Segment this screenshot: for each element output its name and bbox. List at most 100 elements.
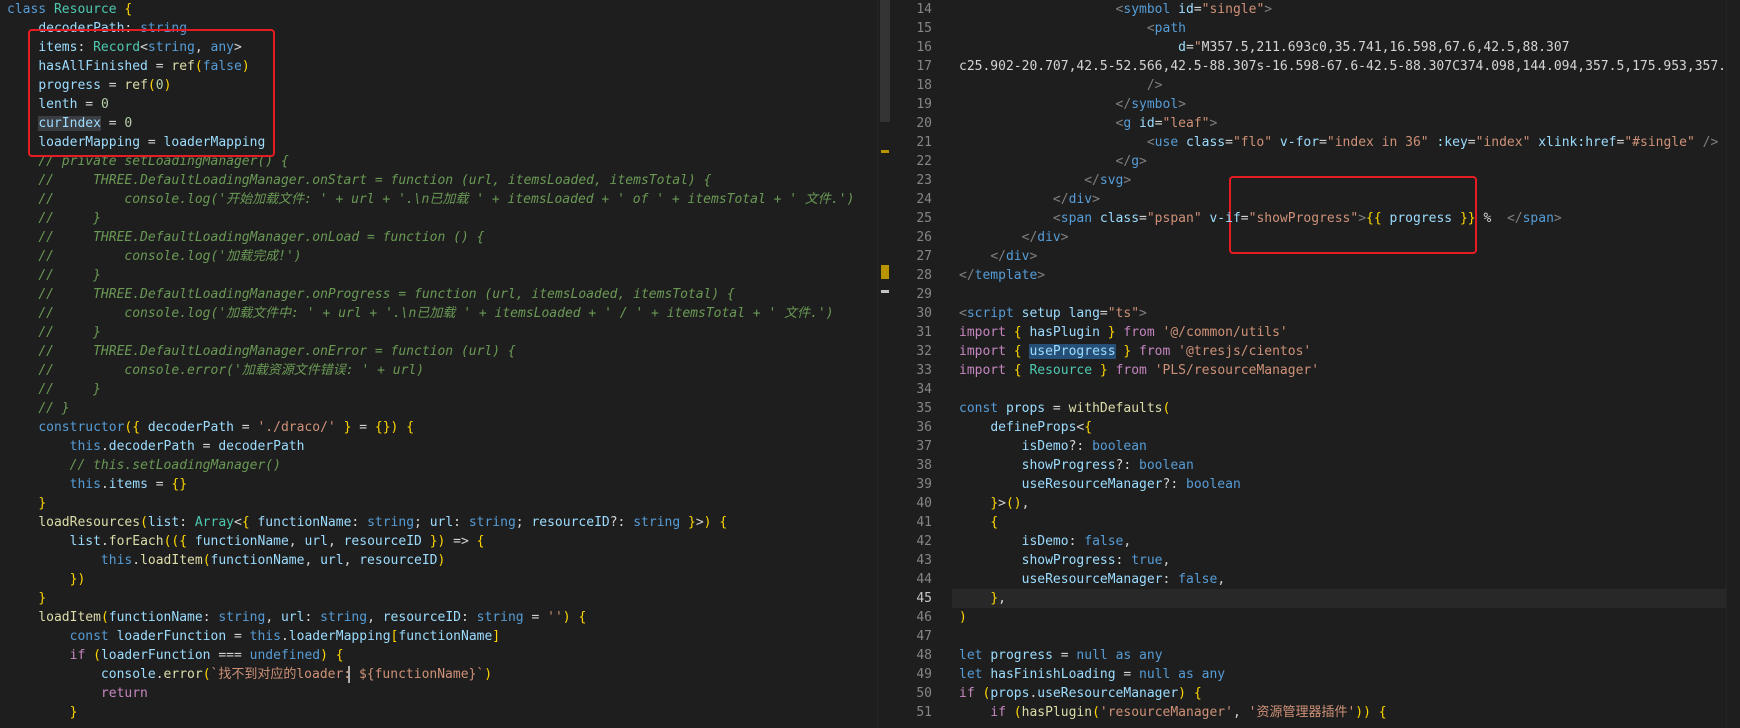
code-line[interactable]: 17 c25.902-20.707,42.5-52.566,42.5-88.307…	[892, 57, 1740, 76]
code-line-text[interactable]: loadItem(functionName: string, url: stri…	[7, 608, 586, 627]
code-line[interactable]: // console.log('加载完成!')	[0, 247, 892, 266]
code-line[interactable]: 20 <g id="leaf">	[892, 114, 1740, 133]
code-line-text[interactable]: defineProps<{	[959, 418, 1092, 437]
code-line-text[interactable]: // }	[7, 209, 101, 228]
code-line-text[interactable]: let progress = null as any	[959, 646, 1163, 665]
code-line[interactable]: 15 <path	[892, 19, 1740, 38]
code-line[interactable]: const loaderFunction = this.loaderMappin…	[0, 627, 892, 646]
code-line[interactable]: 26 </div>	[892, 228, 1740, 247]
code-line[interactable]: // THREE.DefaultLoadingManager.onStart =…	[0, 171, 892, 190]
code-line[interactable]: // console.log('开始加载文件: ' + url + '.\n已加…	[0, 190, 892, 209]
code-line-text[interactable]: // }	[7, 399, 69, 418]
code-line-text[interactable]: c25.902-20.707,42.5-52.566,42.5-88.307s-…	[959, 57, 1740, 76]
code-line[interactable]: constructor({ decoderPath = './draco/' }…	[0, 418, 892, 437]
code-line-text[interactable]: },	[959, 589, 1006, 608]
code-line-text[interactable]: }	[7, 589, 46, 608]
code-line[interactable]: list.forEach(({ functionName, url, resou…	[0, 532, 892, 551]
code-line[interactable]: loadItem(functionName: string, url: stri…	[0, 608, 892, 627]
code-line-text[interactable]: }	[7, 494, 46, 513]
code-line-text[interactable]: // console.error('加载资源文件错误: ' + url)	[7, 361, 424, 380]
code-line[interactable]: 14 <symbol id="single">	[892, 0, 1740, 19]
code-line[interactable]: }	[0, 703, 892, 722]
code-line[interactable]: // }	[0, 399, 892, 418]
code-line-text[interactable]: d="M357.5,211.693c0,35.741,16.598,67.6,4…	[959, 38, 1569, 57]
code-line[interactable]: 21 <use class="flo" v-for="index in 36" …	[892, 133, 1740, 152]
code-line-text[interactable]: let hasFinishLoading = null as any	[959, 665, 1225, 684]
code-line[interactable]: this.decoderPath = decoderPath	[0, 437, 892, 456]
code-line-text[interactable]: constructor({ decoderPath = './draco/' }…	[7, 418, 414, 437]
code-line[interactable]: // this.setLoadingManager()	[0, 456, 892, 475]
code-line[interactable]: class Resource {	[0, 0, 892, 19]
code-line[interactable]: // }	[0, 266, 892, 285]
code-line-text[interactable]: </div>	[959, 228, 1069, 247]
code-line-text[interactable]: // }	[7, 380, 101, 399]
code-line[interactable]: // console.error('加载资源文件错误: ' + url)	[0, 361, 892, 380]
code-line[interactable]: this.loadItem(functionName, url, resourc…	[0, 551, 892, 570]
code-line[interactable]: 30 <script setup lang="ts">	[892, 304, 1740, 323]
code-line[interactable]: 28 </template>	[892, 266, 1740, 285]
code-line[interactable]: // }	[0, 380, 892, 399]
code-line-text[interactable]: {	[959, 513, 998, 532]
code-line-text[interactable]: // THREE.DefaultLoadingManager.onStart =…	[7, 171, 711, 190]
code-line-text[interactable]: </svg>	[959, 171, 1131, 190]
code-line[interactable]: 32 import { useProgress } from '@tresjs/c…	[892, 342, 1740, 361]
code-line[interactable]: 29	[892, 285, 1740, 304]
code-line[interactable]: // }	[0, 209, 892, 228]
code-line-text[interactable]: // }	[7, 266, 101, 285]
code-line[interactable]: loadResources(list: Array<{ functionName…	[0, 513, 892, 532]
left-editor-scrollbar[interactable]	[877, 0, 892, 728]
code-line[interactable]: // console.log('加载文件中: ' + url + '.\n已加载…	[0, 304, 892, 323]
code-line-text[interactable]: />	[959, 76, 1163, 95]
code-line[interactable]: 45 },	[892, 589, 1740, 608]
left-editor-pane[interactable]: } return console.error(`找不到对应的loader: ${…	[0, 0, 892, 728]
code-line-text[interactable]: <g id="leaf">	[959, 114, 1218, 133]
code-line-text[interactable]: <script setup lang="ts">	[959, 304, 1147, 323]
code-line-text[interactable]: })	[7, 570, 86, 589]
code-line[interactable]: if (loaderFunction === undefined) {	[0, 646, 892, 665]
code-line[interactable]: // }	[0, 323, 892, 342]
code-line-text[interactable]: }>(),	[959, 494, 1029, 513]
code-line[interactable]: 42 isDemo: false,	[892, 532, 1740, 551]
code-line-text[interactable]: loadResources(list: Array<{ functionName…	[7, 513, 727, 532]
code-line-text[interactable]: // THREE.DefaultLoadingManager.onError =…	[7, 342, 515, 361]
code-line-text[interactable]: // }	[7, 323, 101, 342]
code-line[interactable]: // THREE.DefaultLoadingManager.onLoad = …	[0, 228, 892, 247]
code-line-text[interactable]: // this.setLoadingManager()	[7, 456, 281, 475]
code-line-text[interactable]: const loaderFunction = this.loaderMappin…	[7, 627, 501, 646]
code-line[interactable]: console.error(`找不到对应的loader: ${functionN…	[0, 665, 892, 684]
code-line[interactable]: 37 isDemo?: boolean	[892, 437, 1740, 456]
code-line[interactable]: // THREE.DefaultLoadingManager.onProgres…	[0, 285, 892, 304]
code-line-text[interactable]: <use class="flo" v-for="index in 36" :ke…	[959, 133, 1718, 152]
code-line-text[interactable]: </div>	[959, 190, 1100, 209]
code-line-text[interactable]: class Resource {	[7, 0, 132, 19]
code-line-text[interactable]: }	[7, 703, 78, 722]
code-line-text[interactable]: // console.log('开始加载文件: ' + url + '.\n已加…	[7, 190, 854, 209]
code-line[interactable]: 22 </g>	[892, 152, 1740, 171]
code-line[interactable]: 18 />	[892, 76, 1740, 95]
code-line-text[interactable]: import { Resource } from 'PLS/resourceMa…	[959, 361, 1319, 380]
code-line-text[interactable]: showProgress?: boolean	[959, 456, 1194, 475]
code-line-text[interactable]: import { hasPlugin } from '@/common/util…	[959, 323, 1288, 342]
code-line[interactable]: }	[0, 494, 892, 513]
code-line-text[interactable]: list.forEach(({ functionName, url, resou…	[7, 532, 485, 551]
code-line[interactable]: 41 {	[892, 513, 1740, 532]
code-line-text[interactable]: <path	[959, 19, 1186, 38]
code-line[interactable]: 24 </div>	[892, 190, 1740, 209]
code-line-text[interactable]: if (props.useResourceManager) {	[959, 684, 1202, 703]
code-line-text[interactable]: isDemo?: boolean	[959, 437, 1147, 456]
code-line[interactable]: return	[0, 684, 892, 703]
code-line[interactable]: 16 d="M357.5,211.693c0,35.741,16.598,67.…	[892, 38, 1740, 57]
code-line[interactable]: 48 let progress = null as any	[892, 646, 1740, 665]
code-line[interactable]: 27 </div>	[892, 247, 1740, 266]
code-line-text[interactable]: if (loaderFunction === undefined) {	[7, 646, 344, 665]
code-line[interactable]: 43 showProgress: true,	[892, 551, 1740, 570]
code-line[interactable]: 49 let hasFinishLoading = null as any	[892, 665, 1740, 684]
code-line-text[interactable]: // THREE.DefaultLoadingManager.onProgres…	[7, 285, 735, 304]
code-line[interactable]: 50 if (props.useResourceManager) {	[892, 684, 1740, 703]
code-line-text[interactable]: </g>	[959, 152, 1147, 171]
code-line[interactable]: 19 </symbol>	[892, 95, 1740, 114]
code-line[interactable]: 47	[892, 627, 1740, 646]
code-line[interactable]: this.items = {}	[0, 475, 892, 494]
code-line[interactable]: 25 <span class="pspan" v-if="showProgres…	[892, 209, 1740, 228]
code-line-text[interactable]: </div>	[959, 247, 1037, 266]
